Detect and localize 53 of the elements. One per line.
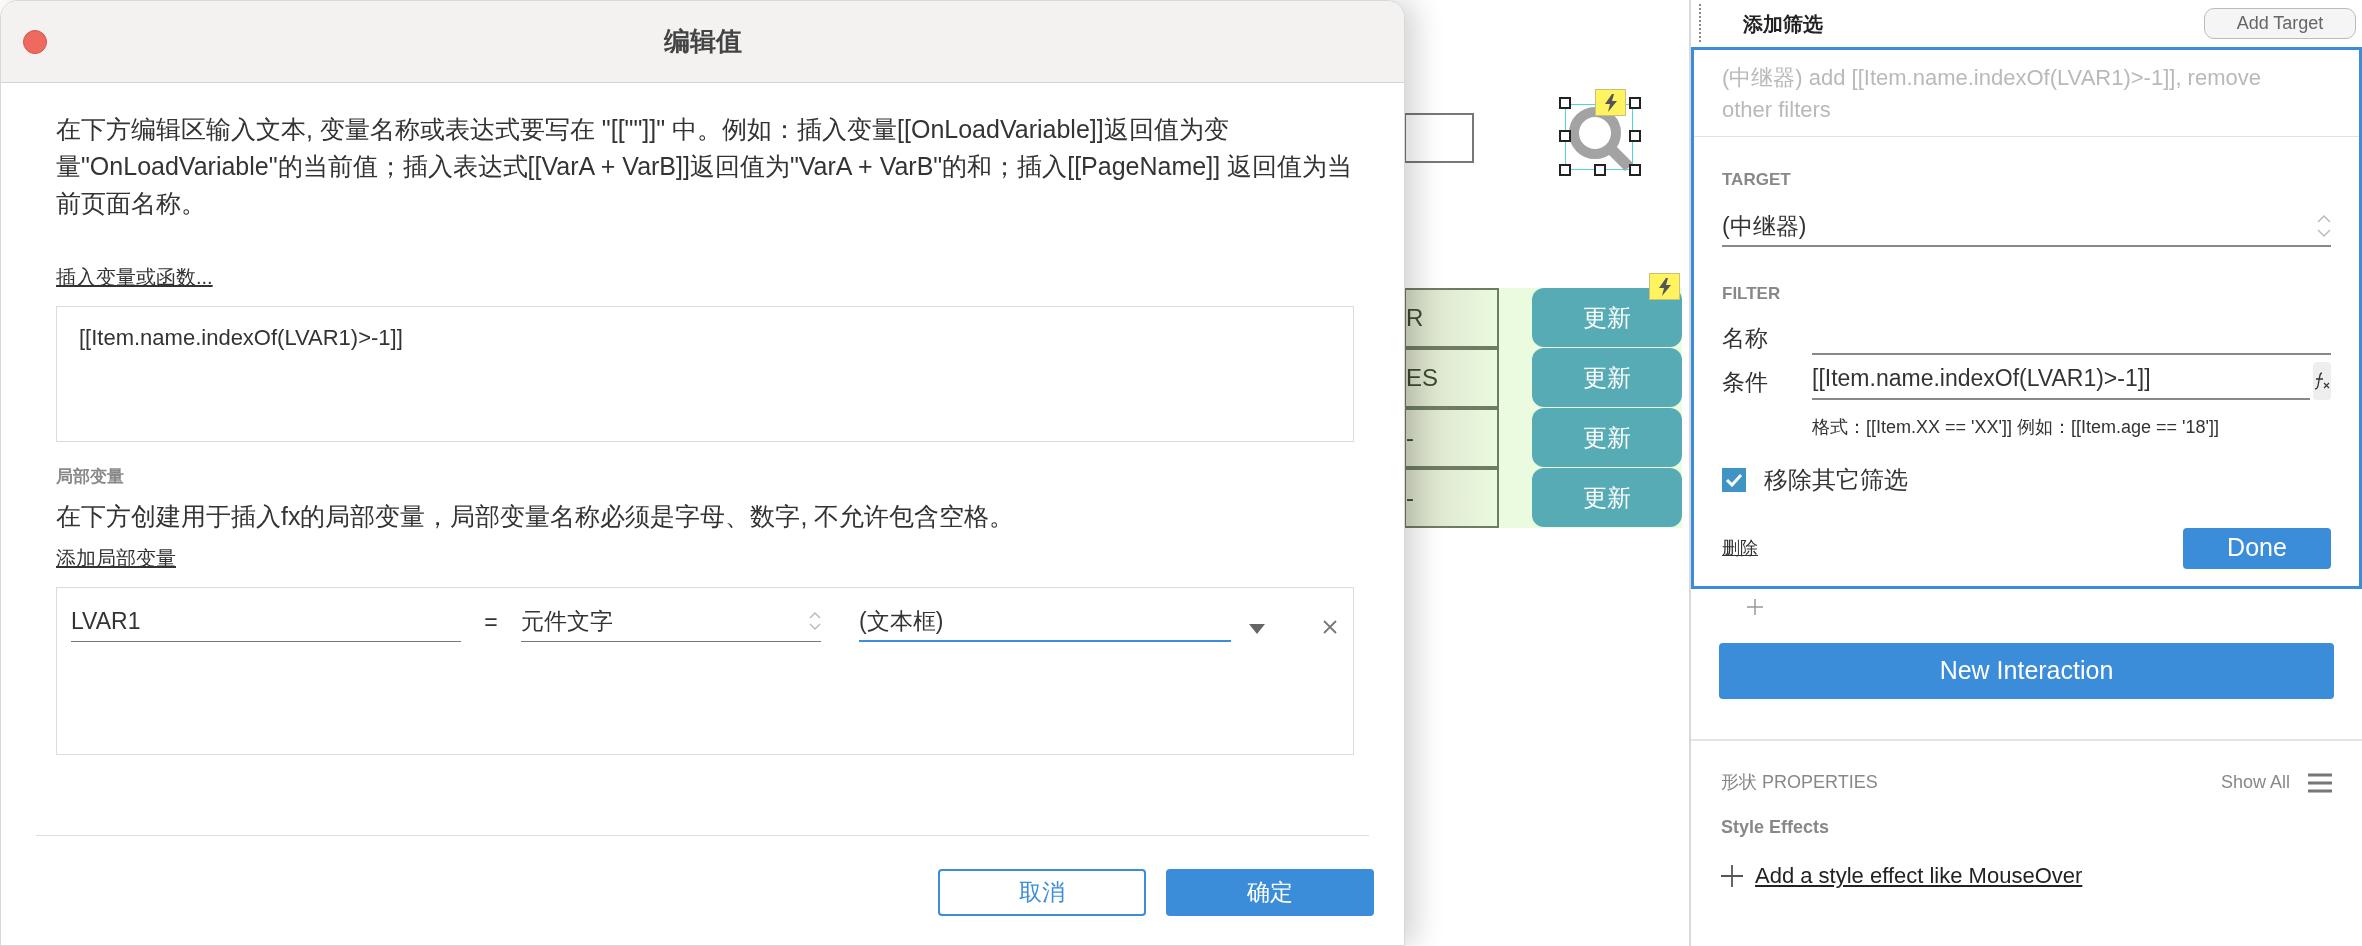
format-hint: 格式：[[Item.XX == 'XX']] 例如：[[Item.age == '18']] xyxy=(1812,415,2220,439)
instructions-text: 在下方编辑区输入文本, 变量名称或表达式要写在 "[[""]]" 中。例如：插入变量[[OnLoadVariable]]返回值为变量"OnLoadVariable"的当前值；插入表达式[[VarA + VarB]]返回值为"VarA + VarB"的和；插入[[PageName]] 返回值为当前页面名称。 xyxy=(56,114,1354,219)
table-cell: - xyxy=(1404,408,1499,468)
show-all-button[interactable]: Show All xyxy=(2220,769,2290,796)
check-icon xyxy=(1725,472,1743,487)
style-effects-heading: Style Effects xyxy=(1720,816,1831,839)
field-label: 条件 xyxy=(1722,368,1769,397)
target-select[interactable]: (中继器) xyxy=(1722,208,2331,247)
cancel-button[interactable]: 取消 xyxy=(938,868,1146,916)
up-down-icon xyxy=(809,610,821,633)
insert-variable-link[interactable]: 插入变量或函数... xyxy=(56,262,213,292)
add-target-button[interactable]: Add Target xyxy=(2204,8,2356,39)
target-select[interactable]: (文本框) xyxy=(859,604,1231,642)
confirm-button[interactable]: 确定 xyxy=(1166,868,1374,916)
table-cell: - xyxy=(1404,468,1499,528)
equals-sign: = xyxy=(483,608,499,637)
action-summary: (中继器) add [[Item.name.indexOf(LVAR1)>-1]], remove other filters xyxy=(1694,50,2359,137)
section-heading: 局部变量 xyxy=(56,466,125,488)
resize-handle[interactable] xyxy=(1629,164,1641,176)
properties-title: 形状 PROPERTIES xyxy=(1721,771,1878,794)
target-label: TARGET xyxy=(1722,169,1792,191)
up-down-icon xyxy=(2317,212,2331,239)
delete-link[interactable]: 删除 xyxy=(1722,534,1758,562)
resize-handle[interactable] xyxy=(1594,164,1606,176)
function-icon[interactable] xyxy=(2313,361,2331,400)
resize-handle[interactable] xyxy=(1629,130,1641,142)
add-local-variable-link[interactable]: 添加局部变量 xyxy=(56,542,176,573)
window-title: 编辑值 xyxy=(663,25,742,58)
resize-handle[interactable] xyxy=(1559,130,1571,142)
lightning-badge-icon xyxy=(1595,89,1626,116)
variable-name-field[interactable]: LVAR1 xyxy=(71,604,461,642)
close-icon[interactable] xyxy=(23,29,47,54)
field-label: 名称 xyxy=(1722,323,1769,353)
section-title: 添加筛选 xyxy=(1743,11,1823,37)
add-style-effect-link[interactable]: Add a style effect like MouseOver xyxy=(1755,859,2083,892)
resize-handle[interactable] xyxy=(1559,164,1571,176)
add-icon[interactable] xyxy=(1721,864,1743,887)
resize-handle[interactable] xyxy=(1629,97,1641,109)
source-select[interactable]: 元件文字 xyxy=(521,604,821,642)
done-button[interactable]: Done xyxy=(2183,527,2331,569)
dropdown-caret-icon[interactable] xyxy=(1249,623,1265,634)
local-variables-note: 在下方创建用于插入fx的局部变量，局部变量名称必须是字母、数字, 不允许包含空格。 xyxy=(56,500,1016,532)
filter-label: FILTER xyxy=(1722,283,1782,305)
new-interaction-button[interactable]: New Interaction xyxy=(1719,643,2334,699)
checkbox[interactable] xyxy=(1722,467,1746,492)
table-cell: ES xyxy=(1404,348,1499,408)
menu-icon[interactable] xyxy=(2308,772,2332,793)
table-cell: R xyxy=(1404,288,1499,348)
close-icon[interactable] xyxy=(1323,619,1337,634)
expression-textarea[interactable]: [[Item.name.indexOf(LVAR1)>-1]] xyxy=(56,306,1354,442)
condition-input[interactable]: [[Item.name.indexOf(LVAR1)>-1]] xyxy=(1812,361,2310,400)
checkbox-label: 移除其它筛选 xyxy=(1764,464,1908,495)
resize-handle[interactable] xyxy=(1559,97,1571,109)
